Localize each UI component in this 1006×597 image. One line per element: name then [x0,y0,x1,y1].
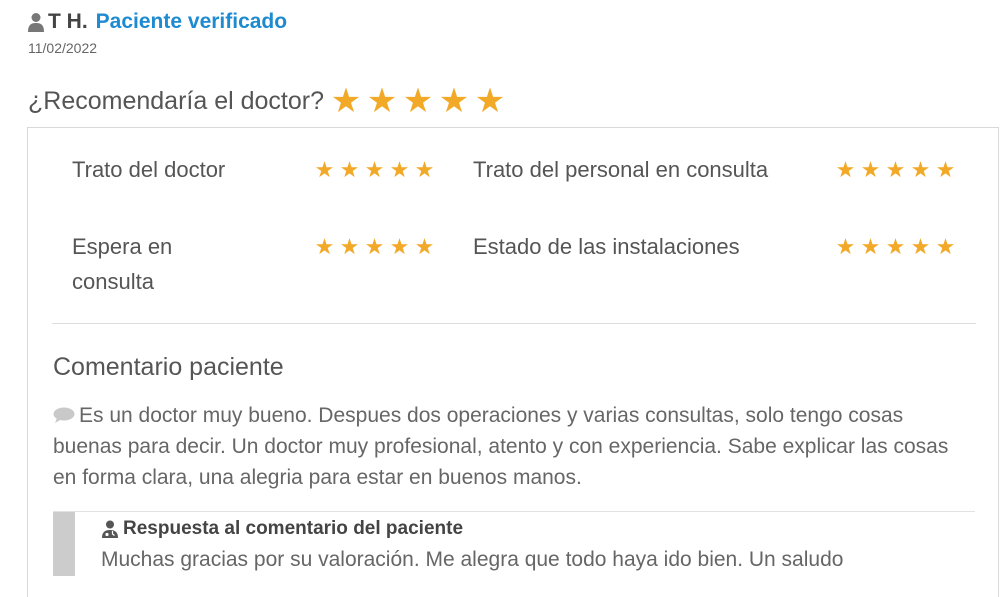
review-panel: Trato del doctor ★ ★ ★ ★ ★ Trato del persona… [27,127,999,597]
star-icon: ★ [438,82,470,120]
doctor-reply: Respuesta al comentario del paciente Muc… [53,511,975,576]
star-icon: ★ [364,157,385,182]
rating-label-trato-doctor: Trato del doctor [72,157,226,182]
star-icon: ★ [910,234,931,259]
recommend-stars: ★ ★ ★ ★ ★ [328,84,508,118]
recommendation: ¿Recomendaría el doctor? ★ ★ ★ ★ ★ [28,84,508,118]
comment-text: Es un doctor muy bueno. Despues dos oper… [53,404,949,489]
review-date: 11/02/2022 [28,40,98,56]
doctor-icon [102,520,118,538]
comment-icon [53,407,75,423]
star-icon: ★ [935,234,956,259]
rating-stars-instalaciones: ★ ★ ★ ★ ★ [833,236,958,258]
verified-patient-badge: Paciente verificado [95,10,288,33]
star-icon: ★ [314,234,335,259]
rating-label-instalaciones: Estado de las instalaciones [473,234,740,259]
star-icon: ★ [402,82,434,120]
star-icon: ★ [414,234,435,259]
star-icon: ★ [330,82,362,120]
section-divider [52,323,976,324]
star-icon: ★ [339,157,360,182]
rating-stars-espera: ★ ★ ★ ★ ★ [312,236,437,258]
user-icon [28,13,44,32]
comment-title: Comentario paciente [53,353,284,381]
reply-header: Respuesta al comentario del paciente [101,518,463,540]
star-icon: ★ [366,82,398,120]
reply-title: Respuesta al comentario del paciente [123,518,464,539]
star-icon: ★ [885,234,906,259]
reply-accent-bar [53,512,75,576]
rating-stars-trato-personal: ★ ★ ★ ★ ★ [833,159,958,181]
star-icon: ★ [364,234,385,259]
star-icon: ★ [935,157,956,182]
star-icon: ★ [339,234,360,259]
star-icon: ★ [389,234,410,259]
star-icon: ★ [835,157,856,182]
star-icon: ★ [885,157,906,182]
star-icon: ★ [860,234,881,259]
star-icon: ★ [910,157,931,182]
reply-text: Muchas gracias por su valoración. Me ale… [101,548,844,571]
star-icon: ★ [314,157,335,182]
review-card: T H. Paciente verificado 11/02/2022 ¿Rec… [0,0,1006,597]
star-icon: ★ [389,157,410,182]
review-header: T H. Paciente verificado [28,10,287,34]
rating-stars-trato-doctor: ★ ★ ★ ★ ★ [312,159,437,181]
star-icon: ★ [474,82,506,120]
star-icon: ★ [414,157,435,182]
rating-label-espera: Espera en consulta [72,234,173,294]
star-icon: ★ [835,234,856,259]
rating-label-trato-personal: Trato del personal en consulta [473,157,769,182]
recommend-question: ¿Recomendaría el doctor? [28,86,324,115]
comment-body: Es un doctor muy bueno. Despues dos oper… [53,400,973,493]
star-icon: ★ [860,157,881,182]
reviewer-name: T H. [48,10,88,33]
